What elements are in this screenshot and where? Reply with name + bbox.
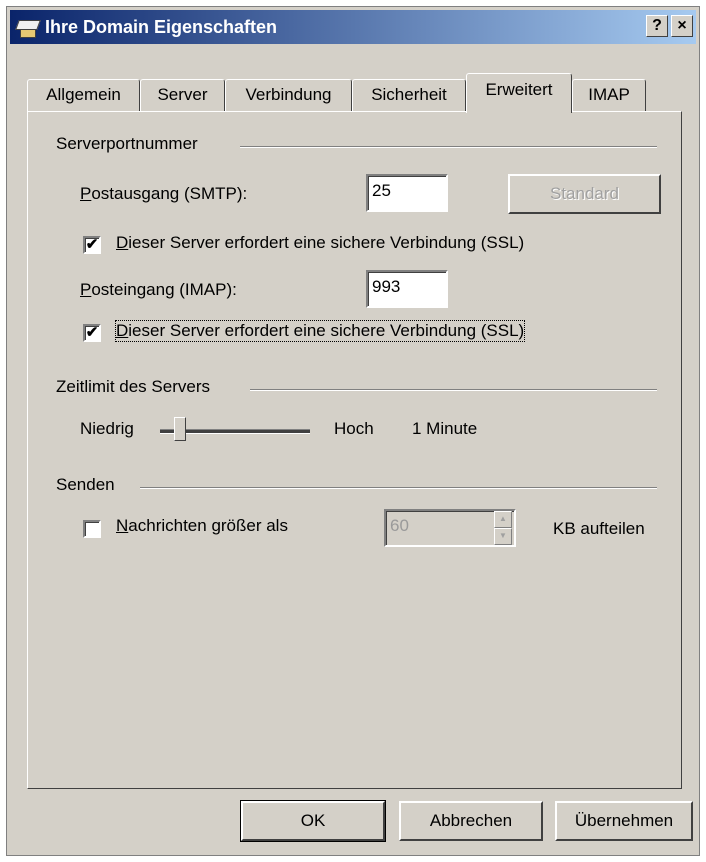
tab-server[interactable]: Server xyxy=(140,79,225,111)
group-label-serverport: Serverportnummer xyxy=(56,134,198,153)
tab-imap[interactable]: IMAP xyxy=(572,79,646,111)
tab-verbindung[interactable]: Verbindung xyxy=(225,79,352,111)
imap-ssl-label[interactable]: Dieser Server erfordert eine sichere Ver… xyxy=(114,320,526,342)
imap-ssl-checkbox[interactable]: ✔ xyxy=(83,324,101,342)
tab-panel-erweitert: Serverportnummer Postausgang (SMTP): 25 … xyxy=(27,111,682,789)
spin-down-icon[interactable]: ▼ xyxy=(494,528,512,545)
timeout-value: 1 Minute xyxy=(412,419,478,438)
smtp-port-label: Postausgang (SMTP): xyxy=(80,184,248,203)
smtp-port-input[interactable]: 25 xyxy=(366,174,448,212)
properties-dialog: Ihre Domain Eigenschaften ? × Allgemein … xyxy=(6,6,700,856)
apply-button[interactable]: Übernehmen xyxy=(555,801,693,841)
smtp-ssl-label[interactable]: Dieser Server erfordert eine sichere Ver… xyxy=(116,233,524,253)
cancel-button[interactable]: Abbrechen xyxy=(399,801,543,841)
spin-up-icon[interactable]: ▲ xyxy=(494,511,512,528)
check-mark-icon: ✔ xyxy=(85,236,99,253)
group-label-send: Senden xyxy=(56,475,115,494)
close-button[interactable]: × xyxy=(671,15,693,37)
standard-button-label: Standard xyxy=(550,184,619,203)
imap-port-input[interactable]: 993 xyxy=(366,270,448,308)
timeout-slider-thumb[interactable] xyxy=(173,417,186,441)
title-bar[interactable]: Ihre Domain Eigenschaften ? × xyxy=(10,10,696,44)
group-divider xyxy=(250,389,657,391)
check-mark-icon: ✔ xyxy=(85,324,99,341)
group-divider xyxy=(140,487,657,489)
group-label-timeout: Zeitlimit des Servers xyxy=(56,377,210,396)
window-title: Ihre Domain Eigenschaften xyxy=(45,16,278,37)
group-divider xyxy=(240,146,657,148)
split-messages-checkbox[interactable] xyxy=(83,520,101,538)
mail-account-icon xyxy=(15,17,41,38)
timeout-low-label: Niedrig xyxy=(80,419,134,438)
smtp-ssl-checkbox[interactable]: ✔ xyxy=(83,236,101,254)
ok-button[interactable]: OK xyxy=(240,800,386,842)
split-size-spinner[interactable]: ▲ ▼ xyxy=(494,511,512,545)
imap-port-label: Posteingang (IMAP): xyxy=(80,280,237,299)
standard-button[interactable]: Standard xyxy=(508,174,661,214)
timeout-high-label: Hoch xyxy=(334,419,374,438)
split-unit-label: KB aufteilen xyxy=(553,519,645,538)
split-size-value: 60 xyxy=(390,516,409,535)
split-messages-label[interactable]: Nachrichten größer als xyxy=(116,516,288,536)
tab-erweitert[interactable]: Erweitert xyxy=(466,73,572,113)
apply-button-label: Übernehmen xyxy=(574,811,674,830)
tab-allgemein[interactable]: Allgemein xyxy=(27,79,140,111)
help-button[interactable]: ? xyxy=(646,15,668,37)
tab-sicherheit[interactable]: Sicherheit xyxy=(352,79,466,111)
